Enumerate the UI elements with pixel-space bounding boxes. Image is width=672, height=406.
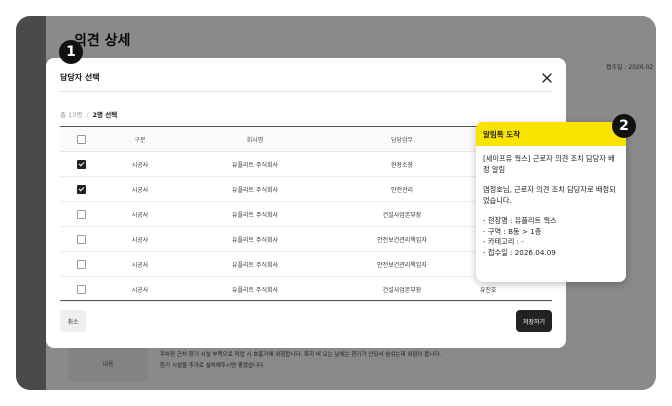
row-company: 유플리트 주식회사	[178, 251, 332, 277]
row-select-cell[interactable]	[60, 201, 102, 227]
select-all-checkbox[interactable]	[76, 134, 86, 144]
row-checkbox[interactable]	[76, 184, 86, 194]
modal-title: 담당자 선택	[60, 73, 100, 82]
row-checkbox[interactable]	[76, 209, 86, 219]
step-marker-1: 1	[59, 40, 83, 64]
column-header-company: 회사명	[178, 126, 332, 152]
kakao-notification-card: 알림톡 도착 [세이프유 웍스] 근로자 의견 조치 담당자 배정 알림 염정호…	[476, 122, 626, 282]
row-checkbox[interactable]	[76, 284, 86, 294]
column-header-type: 구분	[102, 126, 178, 152]
row-company: 유플리트 주식회사	[178, 226, 332, 252]
selection-count: 총 13명/2명 선택	[60, 111, 118, 119]
row-duty: 건설사업본부장	[332, 276, 472, 302]
row-duty: 현장소장	[332, 151, 472, 177]
notification-line-title: [세이프유 웍스] 근로자 의견 조치 담당자 배정 알림	[483, 154, 615, 174]
row-type: 시공사	[102, 201, 178, 227]
row-checkbox[interactable]	[76, 234, 86, 244]
row-select-cell[interactable]	[60, 151, 102, 177]
row-type: 시공사	[102, 276, 178, 302]
row-company: 유플리트 주식회사	[178, 151, 332, 177]
row-select-cell[interactable]	[60, 251, 102, 277]
row-select-cell[interactable]	[60, 226, 102, 252]
row-company: 유플리트 주식회사	[178, 201, 332, 227]
row-duty: 건설사업본부장	[332, 201, 472, 227]
row-select-cell[interactable]	[60, 276, 102, 302]
notification-line-message: 염정호님, 근로자 의견 조치 담당자로 배정되었습니다.	[483, 185, 616, 205]
row-checkbox[interactable]	[76, 259, 86, 269]
total-count: 총 13명	[60, 111, 83, 119]
notification-header: 알림톡 도착	[476, 122, 626, 146]
close-icon[interactable]	[540, 70, 554, 84]
select-all-cell[interactable]	[60, 126, 102, 152]
table-bottom-divider	[60, 300, 552, 301]
selected-count: 2명 선택	[92, 111, 118, 119]
row-duty: 안전관리	[332, 176, 472, 202]
row-company: 유플리트 주식회사	[178, 276, 332, 302]
step-marker-2: 2	[612, 114, 636, 138]
row-checkbox[interactable]	[76, 159, 86, 169]
notification-body: [세이프유 웍스] 근로자 의견 조치 담당자 배정 알림 염정호님, 근로자 …	[476, 146, 626, 258]
notification-line-details: - 현장명 : 유플리트 웍스 - 구역 : B동 > 1층 - 카테고리 : …	[483, 216, 557, 257]
row-type: 시공사	[102, 251, 178, 277]
column-header-duty: 담당업무	[332, 126, 472, 152]
row-type: 시공사	[102, 176, 178, 202]
row-type: 시공사	[102, 226, 178, 252]
save-button[interactable]: 저장하기	[516, 310, 552, 332]
cancel-button[interactable]: 취소	[60, 310, 86, 332]
row-type: 시공사	[102, 151, 178, 177]
header-divider	[60, 91, 552, 92]
row-select-cell[interactable]	[60, 176, 102, 202]
row-company: 유플리트 주식회사	[178, 176, 332, 202]
row-duty: 안전보건관리책임자	[332, 251, 472, 277]
row-duty: 안전보건관리책임자	[332, 226, 472, 252]
